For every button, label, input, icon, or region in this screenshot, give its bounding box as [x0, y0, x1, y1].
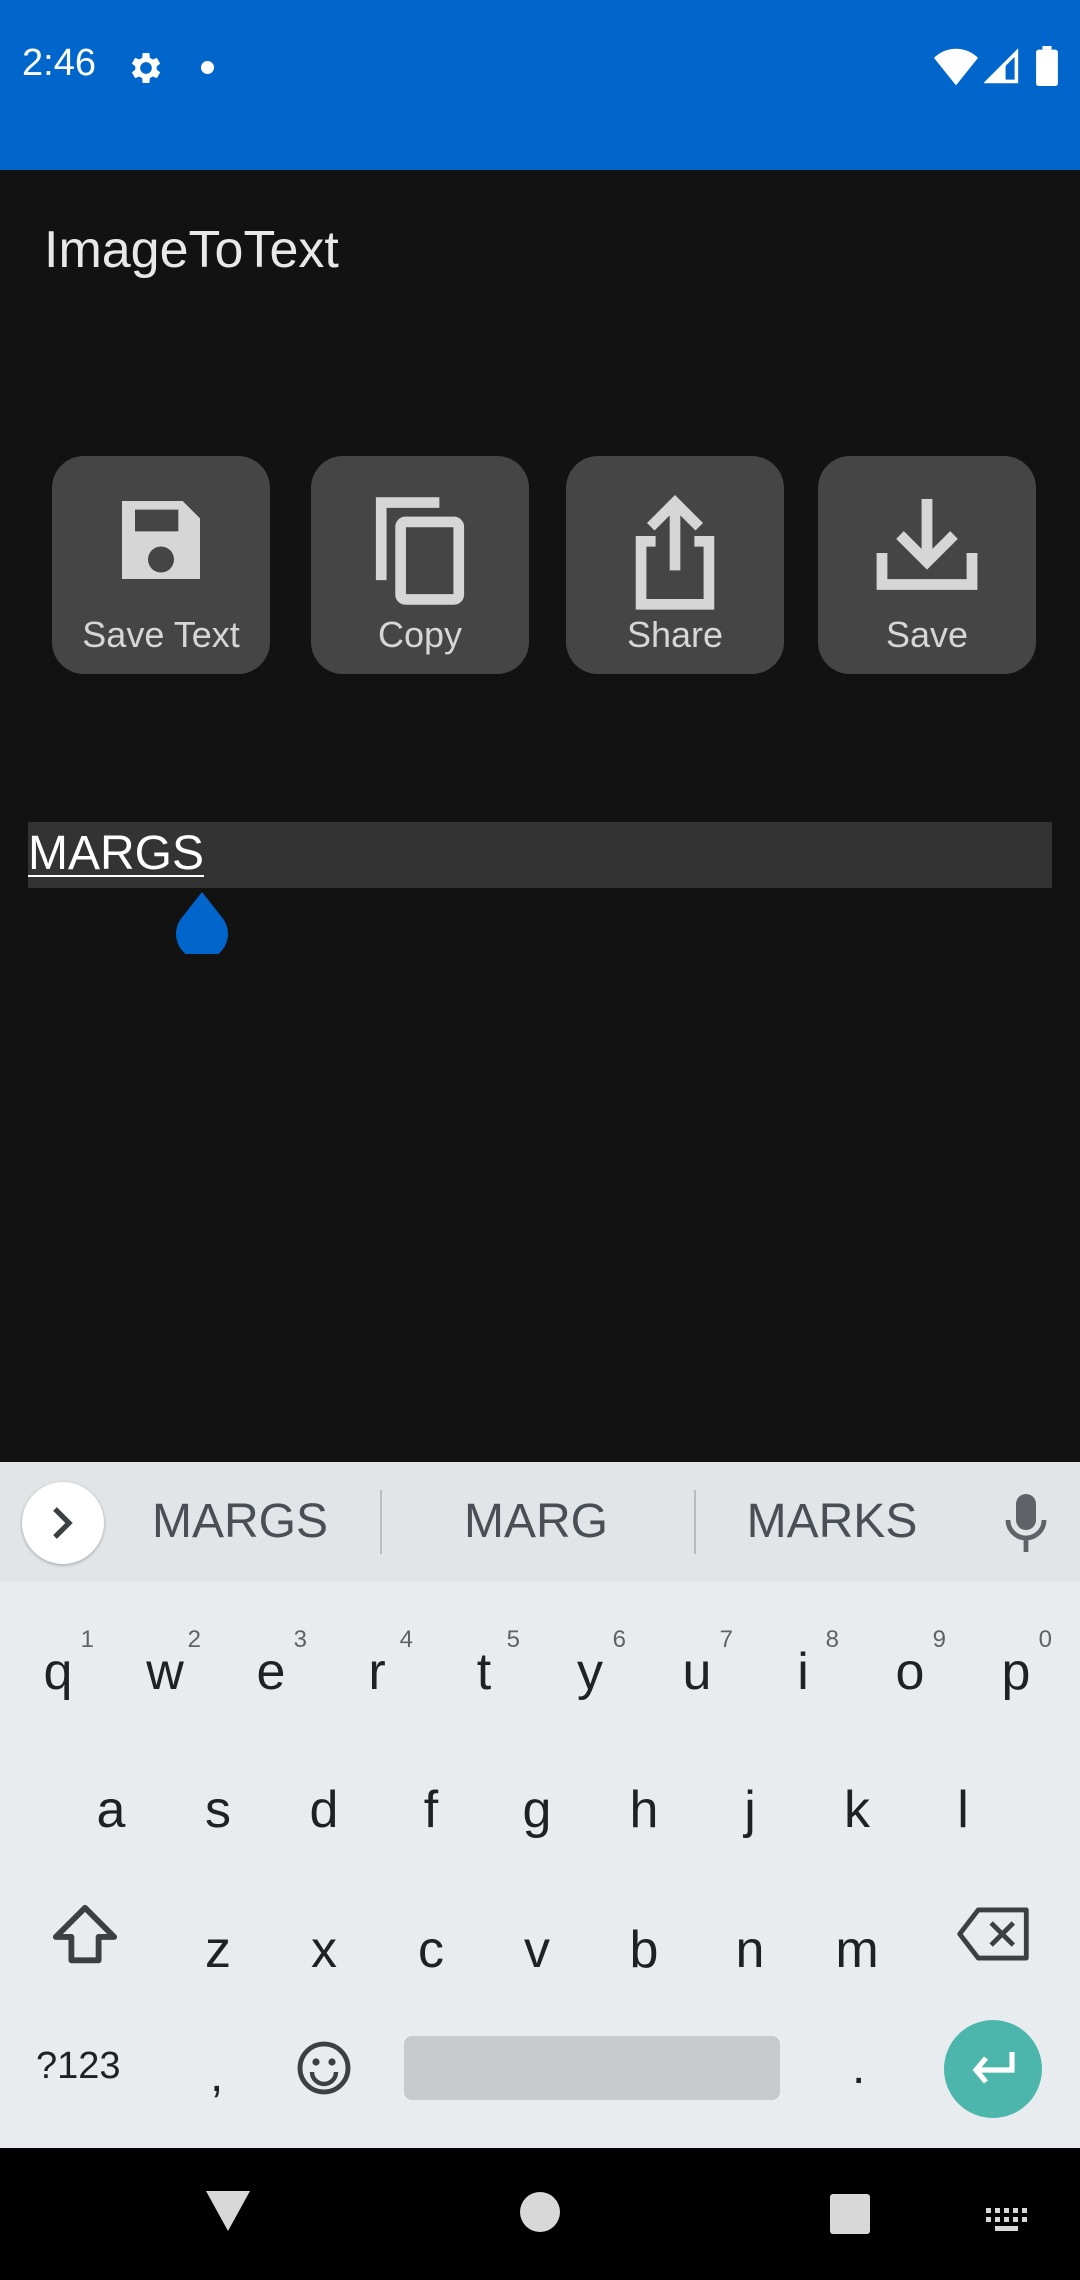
- key-c[interactable]: c: [381, 1880, 481, 2000]
- keyboard-switch-icon[interactable]: [986, 2208, 1028, 2236]
- text-input-value: MARGS: [28, 827, 205, 880]
- key-k[interactable]: k: [807, 1740, 907, 1860]
- key-v[interactable]: v: [487, 1880, 587, 2000]
- period-key[interactable]: .: [852, 2040, 865, 2095]
- key-z[interactable]: z: [168, 1880, 268, 2000]
- key-u[interactable]: u7: [647, 1602, 747, 1722]
- key-s[interactable]: s: [168, 1740, 268, 1860]
- copy-label: Copy: [377, 614, 463, 655]
- key-r[interactable]: r4: [327, 1602, 427, 1722]
- enter-key[interactable]: [944, 2020, 1042, 2118]
- signal-icon: [984, 48, 1019, 84]
- comma-key[interactable]: ,: [210, 2048, 223, 2103]
- key-x[interactable]: x: [274, 1880, 374, 2000]
- key-j[interactable]: j: [700, 1740, 800, 1860]
- download-icon: [876, 499, 978, 590]
- save-text-button[interactable]: Save Text: [52, 456, 270, 674]
- emoji-icon[interactable]: [296, 2040, 352, 2096]
- chevron-right-icon: [53, 1507, 73, 1539]
- shift-key[interactable]: [50, 1900, 120, 1970]
- copy-icon: [375, 497, 465, 605]
- backspace-icon[interactable]: [956, 1906, 1030, 1962]
- key-m[interactable]: m: [807, 1880, 907, 2000]
- text-cursor-handle[interactable]: [174, 890, 230, 954]
- wifi-icon: [934, 48, 978, 86]
- key-b[interactable]: b: [594, 1880, 694, 2000]
- status-time: 2:46: [22, 42, 96, 84]
- save-label: Save: [885, 614, 969, 655]
- key-g[interactable]: g: [487, 1740, 587, 1860]
- key-t[interactable]: t5: [434, 1602, 534, 1722]
- key-y[interactable]: y6: [540, 1602, 640, 1722]
- key-p[interactable]: p0: [966, 1602, 1066, 1722]
- navigation-bar: [0, 2148, 1080, 2280]
- recents-icon[interactable]: [830, 2194, 870, 2234]
- space-key[interactable]: [404, 2036, 780, 2100]
- key-q[interactable]: q1: [8, 1602, 108, 1722]
- back-icon[interactable]: [204, 2188, 252, 2234]
- key-e[interactable]: e3: [221, 1602, 321, 1722]
- share-button[interactable]: Share: [566, 456, 784, 674]
- keyboard-suggestion-bar: MARGS MARG MARKS: [0, 1462, 1080, 1582]
- status-bar: 2:46: [0, 0, 1080, 170]
- key-w[interactable]: w2: [115, 1602, 215, 1722]
- app-title: ImageToText: [44, 221, 339, 279]
- key-i[interactable]: i8: [753, 1602, 853, 1722]
- symbols-key[interactable]: ?123: [36, 2045, 121, 2088]
- suggestion-3[interactable]: MARKS: [682, 1494, 982, 1549]
- key-a[interactable]: a: [61, 1740, 161, 1860]
- key-o[interactable]: o9: [860, 1602, 960, 1722]
- battery-icon: [1036, 46, 1058, 86]
- suggestion-divider: [380, 1490, 382, 1554]
- suggestion-1[interactable]: MARGS: [90, 1494, 390, 1549]
- key-l[interactable]: l: [913, 1740, 1013, 1860]
- save-button[interactable]: Save: [818, 456, 1036, 674]
- enter-icon: [972, 2052, 1015, 2084]
- suggestion-2[interactable]: MARG: [386, 1494, 686, 1549]
- floppy-disk-icon: [122, 501, 200, 579]
- gear-icon: [131, 53, 161, 83]
- key-f[interactable]: f: [381, 1740, 481, 1860]
- share-icon: [635, 494, 715, 610]
- notification-dot-icon: [201, 61, 214, 74]
- text-input[interactable]: MARGS: [28, 822, 1052, 888]
- share-label: Share: [626, 614, 724, 655]
- key-d[interactable]: d: [274, 1740, 374, 1860]
- copy-button[interactable]: Copy: [311, 456, 529, 674]
- save-text-label: Save Text: [82, 614, 240, 655]
- key-h[interactable]: h: [594, 1740, 694, 1860]
- key-n[interactable]: n: [700, 1880, 800, 2000]
- home-icon[interactable]: [520, 2192, 560, 2232]
- microphone-icon[interactable]: [1004, 1494, 1048, 1554]
